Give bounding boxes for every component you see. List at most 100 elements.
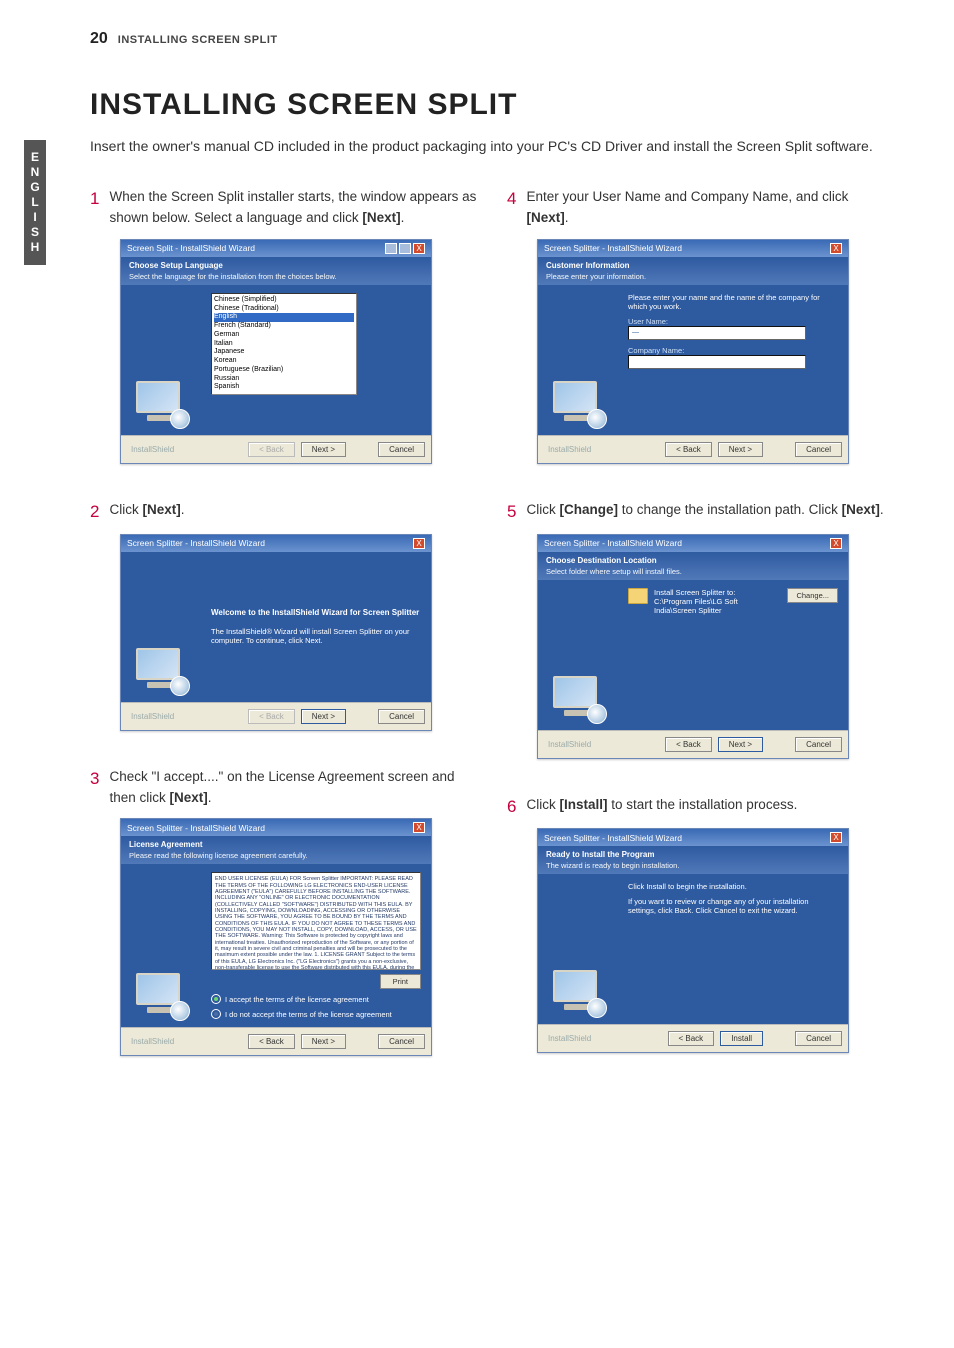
step-text: Click [Change] to change the installatio… — [526, 500, 883, 521]
radio-selected-icon — [211, 994, 221, 1004]
back-button[interactable]: < Back — [248, 442, 295, 457]
sub-desc: Select the language for the installation… — [129, 272, 423, 281]
back-button[interactable]: < Back — [665, 442, 712, 457]
close-icon[interactable]: X — [830, 832, 842, 843]
wizard-side-graphic — [121, 864, 201, 1027]
cancel-button[interactable]: Cancel — [378, 1034, 425, 1049]
close-icon[interactable]: X — [413, 243, 425, 254]
step-number: 3 — [90, 767, 99, 791]
step-6: 6 Click [Install] to start the installat… — [507, 795, 894, 1054]
welcome-body: The InstallShield® Wizard will install S… — [211, 627, 421, 645]
sub-desc: Please enter your information. — [546, 272, 840, 281]
reject-radio[interactable]: I do not accept the terms of the license… — [211, 1009, 421, 1019]
language-option[interactable]: Japanese — [214, 348, 354, 357]
company-input[interactable] — [628, 355, 806, 369]
step-text: Click [Next]. — [109, 500, 184, 521]
dest-label: Install Screen Splitter to: — [654, 588, 781, 597]
close-icon[interactable]: X — [830, 538, 842, 549]
brand-label: InstallShield — [544, 445, 591, 454]
intro-text: Insert the owner's manual CD included in… — [90, 136, 894, 157]
username-input[interactable]: — — [628, 326, 806, 340]
language-option[interactable]: English — [214, 313, 354, 322]
step-text: Click [Install] to start the installatio… — [526, 795, 797, 816]
step-text: When the Screen Split installer starts, … — [109, 187, 477, 229]
cancel-button[interactable]: Cancel — [795, 442, 842, 457]
wizard-side-graphic — [121, 552, 201, 702]
sub-desc: Select folder where setup will install f… — [546, 567, 840, 576]
window-title: Screen Splitter - InstallShield Wizard — [127, 538, 265, 548]
change-button[interactable]: Change... — [787, 588, 838, 603]
radio-unselected-icon — [211, 1009, 221, 1019]
cancel-button[interactable]: Cancel — [795, 737, 842, 752]
wizard-license: Screen Splitter - InstallShield Wizard X… — [120, 818, 432, 1056]
back-button[interactable]: < Back — [248, 709, 295, 724]
cancel-button[interactable]: Cancel — [795, 1031, 842, 1046]
wizard-side-graphic — [538, 874, 618, 1024]
back-button[interactable]: < Back — [248, 1034, 295, 1049]
step-4: 4 Enter your User Name and Company Name,… — [507, 187, 894, 464]
language-option[interactable]: Chinese (Traditional) — [214, 305, 354, 314]
window-title: Screen Splitter - InstallShield Wizard — [127, 823, 265, 833]
step-number: 5 — [507, 500, 516, 524]
language-option[interactable]: Spanish — [214, 383, 354, 392]
language-listbox[interactable]: Chinese (Simplified)Chinese (Traditional… — [211, 293, 357, 395]
back-button[interactable]: < Back — [668, 1031, 715, 1046]
step-number: 1 — [90, 187, 99, 211]
sub-desc: Please read the following license agreem… — [129, 851, 423, 860]
language-option[interactable]: German — [214, 331, 354, 340]
next-button[interactable]: Next > — [301, 709, 346, 724]
window-title: Screen Split - InstallShield Wizard — [127, 243, 255, 253]
language-option[interactable]: Chinese (Simplified) — [214, 296, 354, 305]
close-icon[interactable]: X — [413, 822, 425, 833]
wizard-welcome: Screen Splitter - InstallShield Wizard X… — [120, 534, 432, 731]
username-label: User Name: — [628, 317, 838, 326]
wizard-side-graphic — [121, 285, 201, 435]
step-number: 4 — [507, 187, 516, 211]
wizard-language: Screen Split - InstallShield Wizard X Ch… — [120, 239, 432, 464]
language-side-tab: ENGLISH — [24, 140, 46, 265]
install-button[interactable]: Install — [720, 1031, 763, 1046]
print-button[interactable]: Print — [380, 974, 421, 989]
window-title: Screen Splitter - InstallShield Wizard — [544, 833, 682, 843]
sub-title: Choose Destination Location — [546, 556, 840, 565]
customer-prompt: Please enter your name and the name of t… — [628, 293, 838, 311]
dest-path: C:\Program Files\LG Soft India\Screen Sp… — [654, 597, 781, 615]
back-button[interactable]: < Back — [665, 737, 712, 752]
next-button[interactable]: Next > — [718, 737, 763, 752]
brand-label: InstallShield — [127, 712, 174, 721]
language-option[interactable]: Korean — [214, 357, 354, 366]
next-button[interactable]: Next > — [301, 1034, 346, 1049]
step-3: 3 Check "I accept...." on the License Ag… — [90, 767, 477, 1057]
language-option[interactable]: French (Standard) — [214, 322, 354, 331]
sub-title: Ready to Install the Program — [546, 850, 840, 859]
cancel-button[interactable]: Cancel — [378, 709, 425, 724]
running-header: 20 INSTALLING SCREEN SPLIT — [90, 30, 894, 48]
close-icon[interactable]: X — [413, 538, 425, 549]
next-button[interactable]: Next > — [301, 442, 346, 457]
language-option[interactable]: Portuguese (Brazilian) — [214, 366, 354, 375]
maximize-icon[interactable] — [399, 243, 411, 254]
sub-title: Choose Setup Language — [129, 261, 423, 270]
step-5: 5 Click [Change] to change the installat… — [507, 500, 894, 759]
wizard-ready-install: Screen Splitter - InstallShield Wizard X… — [537, 828, 849, 1053]
brand-label: InstallShield — [127, 1037, 174, 1046]
brand-label: InstallShield — [127, 445, 174, 454]
language-option[interactable]: Italian — [214, 340, 354, 349]
close-icon[interactable]: X — [830, 243, 842, 254]
wizard-customer-info: Screen Splitter - InstallShield Wizard X… — [537, 239, 849, 464]
brand-label: InstallShield — [544, 1034, 591, 1043]
accept-radio[interactable]: I accept the terms of the license agreem… — [211, 994, 421, 1004]
folder-icon — [628, 588, 648, 604]
header-section-title: INSTALLING SCREEN SPLIT — [118, 34, 278, 46]
sub-title: License Agreement — [129, 840, 423, 849]
cancel-button[interactable]: Cancel — [378, 442, 425, 457]
language-option[interactable]: Russian — [214, 375, 354, 384]
next-button[interactable]: Next > — [718, 442, 763, 457]
step-text: Enter your User Name and Company Name, a… — [526, 187, 894, 229]
window-title: Screen Splitter - InstallShield Wizard — [544, 538, 682, 548]
minimize-icon[interactable] — [385, 243, 397, 254]
step-1: 1 When the Screen Split installer starts… — [90, 187, 477, 464]
eula-textbox[interactable]: END USER LICENSE (EULA) FOR Screen Split… — [211, 872, 421, 970]
sub-desc: The wizard is ready to begin installatio… — [546, 861, 840, 870]
step-number: 2 — [90, 500, 99, 524]
